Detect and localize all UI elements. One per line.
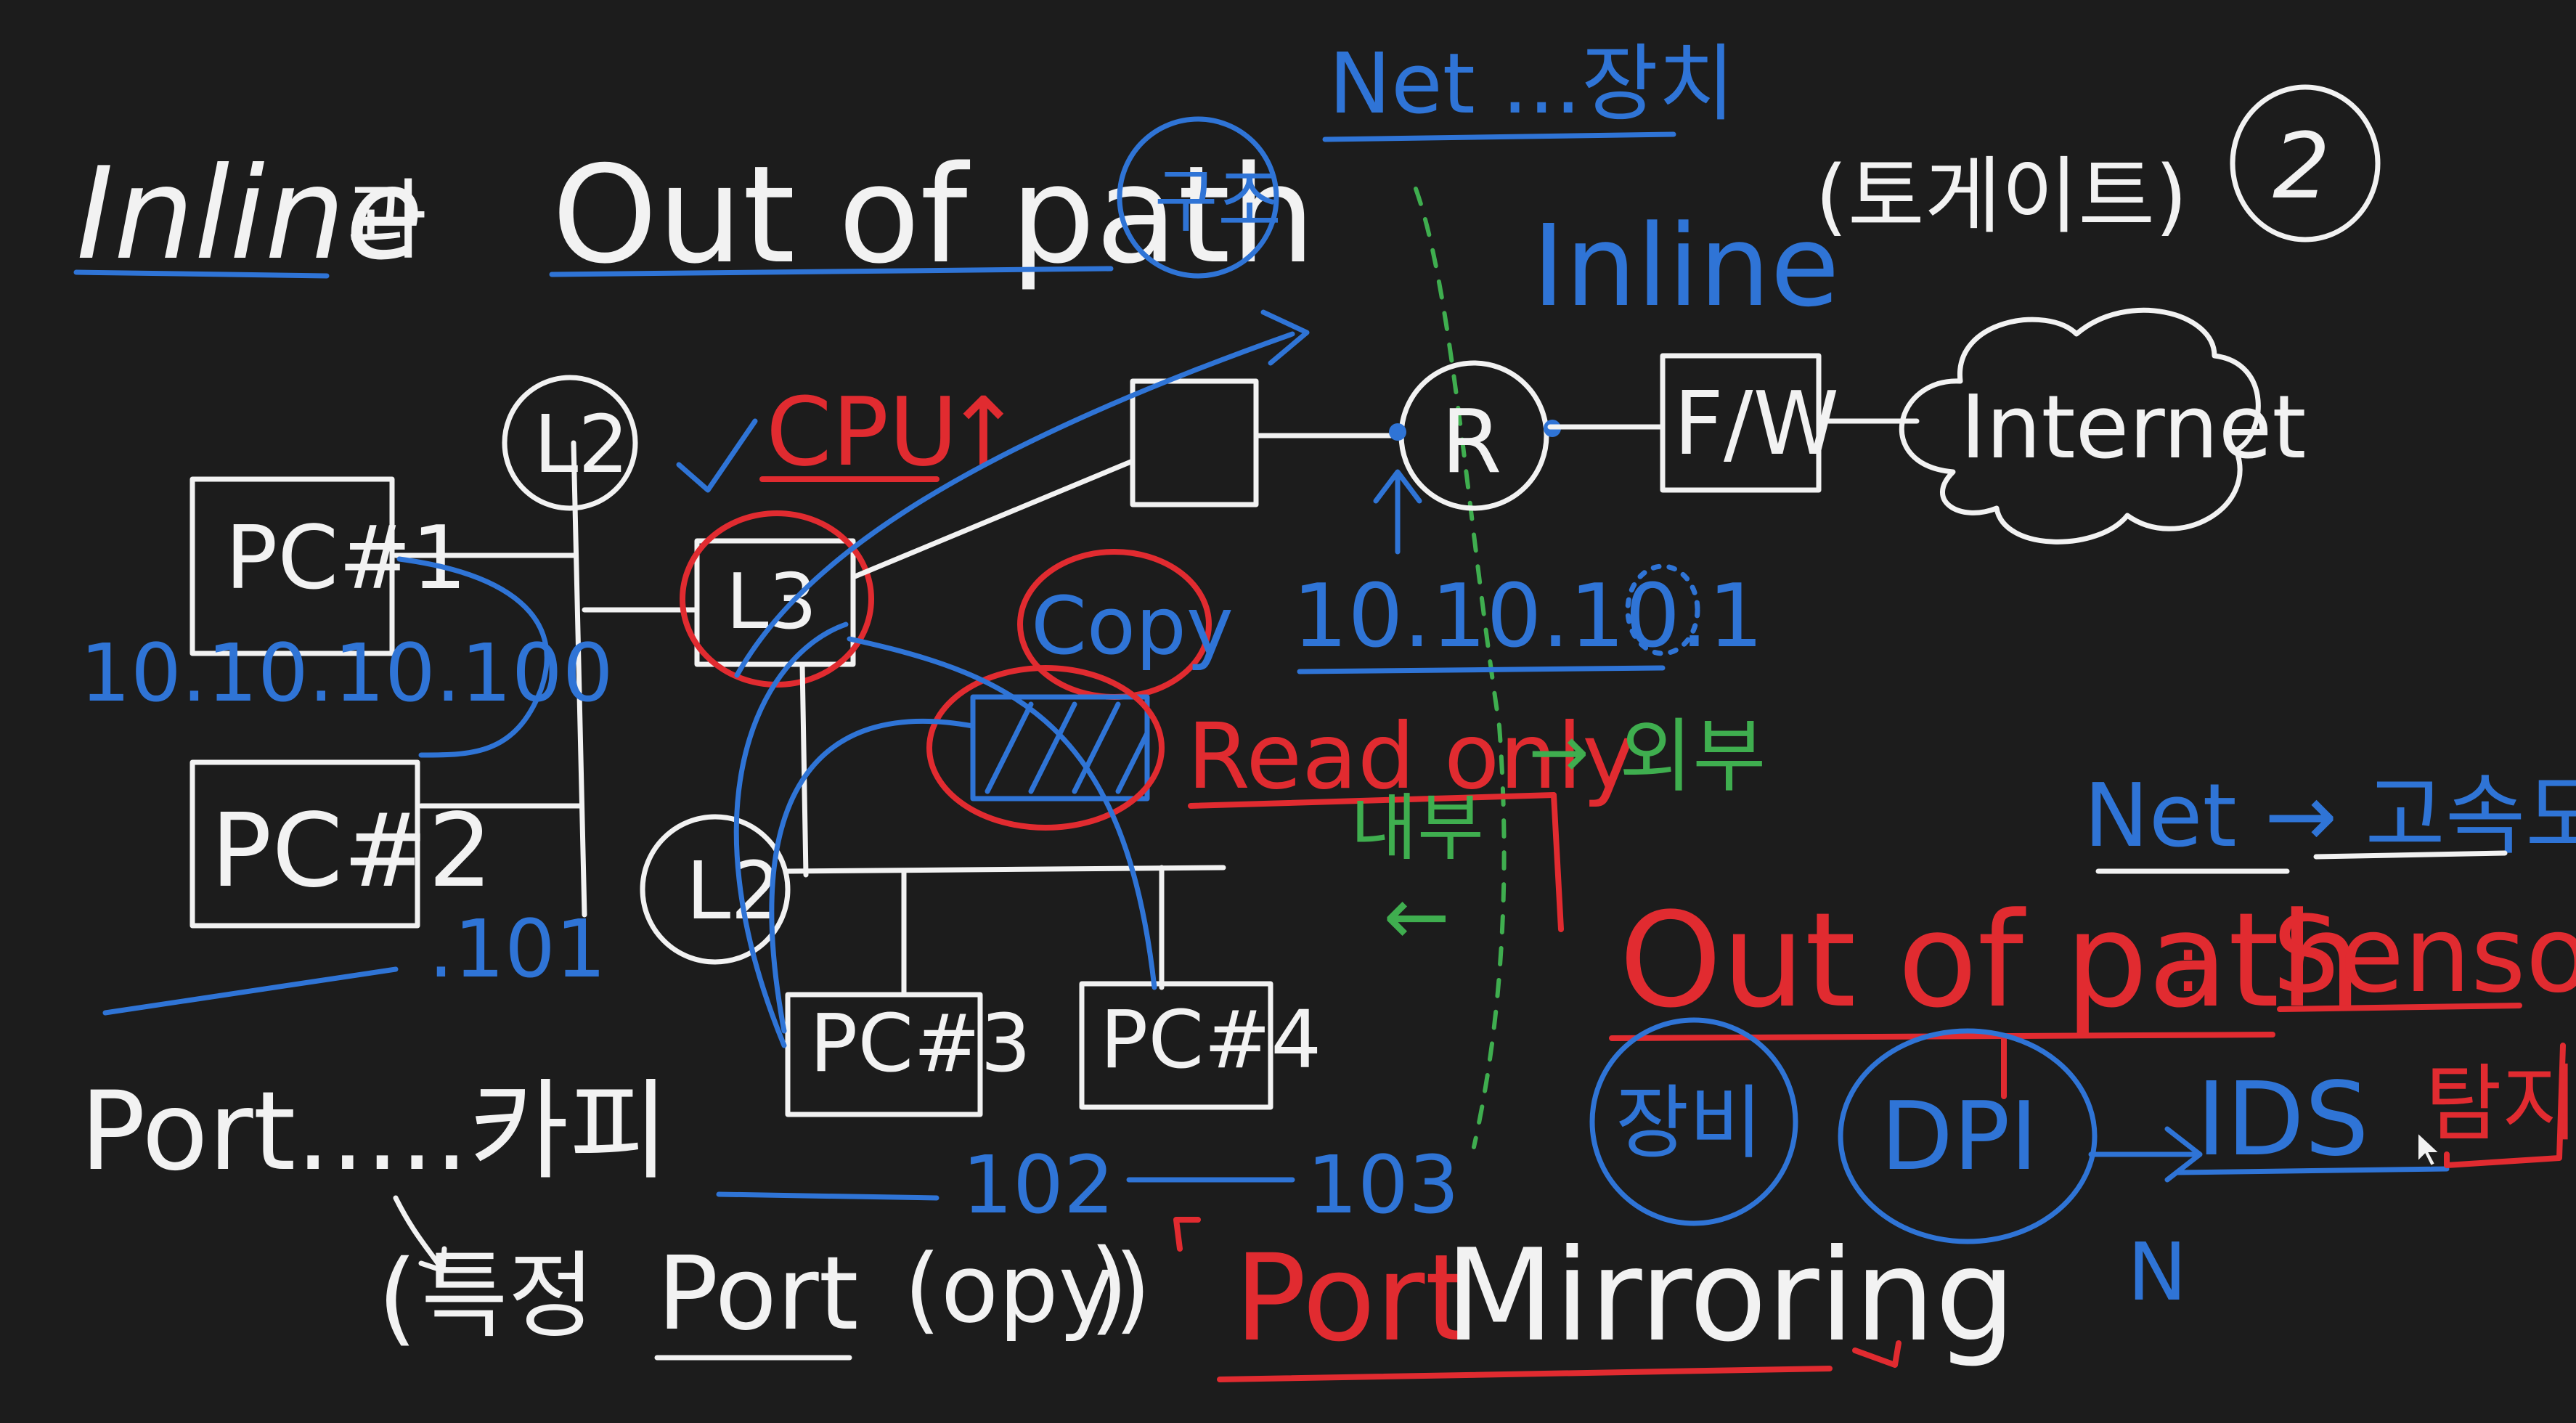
net-device-label: Net ...장치 (1329, 36, 1735, 133)
pc2-underline (102, 966, 399, 1016)
pc4-ip: 103 (1307, 1138, 1459, 1231)
pc3-ip: 102 (962, 1138, 1114, 1231)
jangbi-label: 장비 (1615, 1077, 1762, 1170)
pc4-label: PC#4 (1100, 993, 1321, 1086)
note-paren-open: ( (378, 1239, 417, 1357)
chalkboard: Inline 과 Out of path 구조 Net ...장치 (토게이트)… (0, 0, 2576, 1423)
gateway-ip: 10.10.10.1 (1292, 566, 1764, 667)
gateway-circled: 2 (2273, 114, 2331, 219)
mirroring-open-bracket (1173, 1217, 1201, 1252)
ids-label: IDS (2196, 1061, 2369, 1179)
checkmark (676, 418, 758, 493)
title-suffix: 과 (347, 171, 427, 272)
port-copy-note: Port.....카피 (80, 1069, 669, 1195)
outer-label: 외부 (1619, 710, 1766, 803)
pc3-ip-underline (716, 1191, 939, 1201)
gateway-label: (토게이트) (1815, 148, 2188, 245)
inner-label: 내부 (1350, 786, 1484, 870)
router-label: R (1441, 392, 1501, 493)
out-of-path-label: Out of path (1619, 885, 2363, 1037)
sensor-underline (2277, 1003, 2522, 1012)
router-dot-left (1389, 423, 1406, 441)
gateway-ip-underline (1297, 665, 1666, 674)
inline-label: Inline (1532, 200, 1840, 332)
firewall-label: F/W (1674, 374, 1839, 475)
net-device-underline (1322, 131, 1676, 142)
pc1-label: PC#1 (225, 508, 467, 609)
pc2-label: PC#2 (211, 792, 493, 910)
cpu-label: CPU (766, 377, 958, 487)
pc3-label: PC#3 (810, 997, 1031, 1090)
port-mirroring-red: Port (1234, 1228, 1472, 1368)
core-to-lower-link (799, 661, 809, 878)
mirror-hatch (985, 701, 1150, 794)
diagram-canvas: Inline 과 Out of path 구조 Net ...장치 (토게이트)… (73, 36, 2576, 1382)
upper-box-node (1130, 378, 1259, 507)
note-paren-close: ) (1089, 1228, 1129, 1346)
tamji-label: 탐지 (2425, 1056, 2576, 1153)
lower-bus (785, 865, 1226, 874)
net-highway-underline-2 (2313, 850, 2508, 860)
top-switch-label: L2 (534, 398, 629, 491)
sensor-label: Sensor (2273, 894, 2576, 1016)
port-word: Port (657, 1235, 859, 1353)
core-switch-label: L3 (726, 558, 817, 646)
mirror-red-ring (926, 665, 1165, 831)
title-circled: 구조 (1154, 162, 1281, 242)
cpu-arrow: ↑ (944, 377, 1023, 487)
green-left-arrow: ← (1383, 870, 1450, 963)
copy-label: Copy (1031, 579, 1234, 672)
n-label: N (2127, 1226, 2187, 1318)
ids-underline (2175, 1166, 2450, 1175)
read-only-drop (1551, 792, 1564, 932)
pc1-ip: 10.10.10.100 (80, 627, 614, 719)
outer-arrow: → (1528, 709, 1589, 794)
port-mirroring-white: Mirroring (1445, 1223, 2015, 1370)
internet-label: Internet (1960, 378, 2306, 478)
specific-label: 특정 (421, 1241, 595, 1351)
sensor-colon: : (2174, 917, 2201, 1010)
blue-flow-lower-1 (733, 621, 849, 1048)
title-underline (73, 269, 330, 279)
lower-switch-label: L2 (686, 844, 781, 937)
pc2-ip: .101 (428, 902, 606, 995)
port-mirroring-underline (1217, 1366, 1833, 1382)
dpi-label: DPI (1880, 1081, 2038, 1191)
